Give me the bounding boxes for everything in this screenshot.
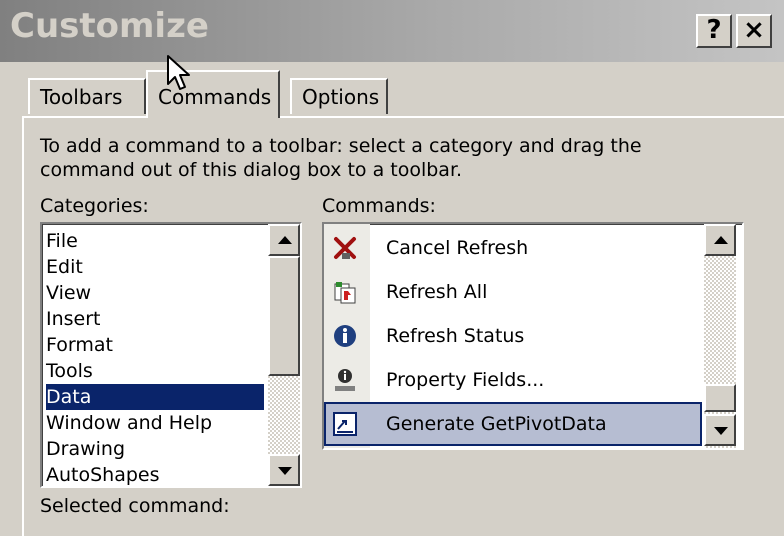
- commands-label: Commands:: [322, 195, 436, 217]
- category-item-file[interactable]: File: [46, 228, 264, 254]
- commands-scrollbar[interactable]: [704, 224, 736, 448]
- command-item-cancel-refresh[interactable]: Cancel Refresh: [324, 226, 702, 270]
- scroll-thumb[interactable]: [704, 384, 736, 412]
- category-item-autoshapes[interactable]: AutoShapes: [46, 462, 264, 486]
- tab-label: Options: [302, 85, 380, 109]
- category-item-window-and-help[interactable]: Window and Help: [46, 410, 264, 436]
- window-title: Customize: [10, 6, 209, 46]
- tab-options[interactable]: Options: [290, 78, 388, 114]
- selected-command-label: Selected command:: [40, 495, 230, 517]
- category-item-edit[interactable]: Edit: [46, 254, 264, 280]
- category-item-drawing[interactable]: Drawing: [46, 436, 264, 462]
- command-item-generate-getpivotdata[interactable]: Generate GetPivotData: [324, 402, 702, 446]
- arrow-up-icon: [714, 236, 728, 244]
- instructions-line2: command out of this dialog box to a tool…: [40, 159, 463, 181]
- command-label: Generate GetPivotData: [386, 413, 607, 435]
- cancel-refresh-icon: [334, 237, 356, 259]
- commands-list[interactable]: Cancel Refresh Refresh All Refresh Statu…: [322, 222, 744, 450]
- command-label: Refresh Status: [386, 325, 525, 347]
- scroll-thumb[interactable]: [268, 256, 300, 376]
- scroll-down-button[interactable]: [268, 454, 300, 486]
- arrow-up-icon: [278, 236, 292, 244]
- command-label: Property Fields...: [386, 369, 545, 391]
- instructions-line1: To add a command to a toolbar: select a …: [40, 135, 642, 157]
- mouse-cursor-icon: [167, 55, 190, 90]
- getpivotdata-icon: [333, 412, 357, 436]
- tab-label: Toolbars: [40, 85, 123, 109]
- command-item-refresh-status[interactable]: Refresh Status: [324, 314, 702, 358]
- category-item-data[interactable]: Data: [46, 384, 264, 410]
- refresh-all-icon: [334, 282, 356, 304]
- category-item-format[interactable]: Format: [46, 332, 264, 358]
- command-label: Cancel Refresh: [386, 237, 529, 259]
- categories-scrollbar[interactable]: [268, 224, 300, 486]
- scroll-up-button[interactable]: [704, 224, 736, 256]
- command-item-property-fields[interactable]: Property Fields...: [324, 358, 702, 402]
- scroll-up-button[interactable]: [268, 224, 300, 256]
- category-item-view[interactable]: View: [46, 280, 264, 306]
- info-icon: [334, 325, 356, 347]
- category-item-insert[interactable]: Insert: [46, 306, 264, 332]
- category-item-tools[interactable]: Tools: [46, 358, 264, 384]
- arrow-down-icon: [278, 467, 292, 475]
- scroll-down-button[interactable]: [704, 414, 736, 446]
- categories-label: Categories:: [40, 195, 149, 217]
- help-button[interactable]: ?: [696, 14, 732, 48]
- close-button[interactable]: ×: [736, 14, 772, 48]
- tab-toolbars[interactable]: Toolbars: [28, 78, 146, 114]
- categories-list[interactable]: File Edit View Insert Format Tools Data …: [40, 222, 302, 488]
- command-item-refresh-all[interactable]: Refresh All: [324, 270, 702, 314]
- command-label: Refresh All: [386, 281, 488, 303]
- arrow-down-icon: [714, 427, 728, 435]
- property-fields-icon: [335, 369, 355, 391]
- title-bar: Customize ? ×: [0, 0, 784, 62]
